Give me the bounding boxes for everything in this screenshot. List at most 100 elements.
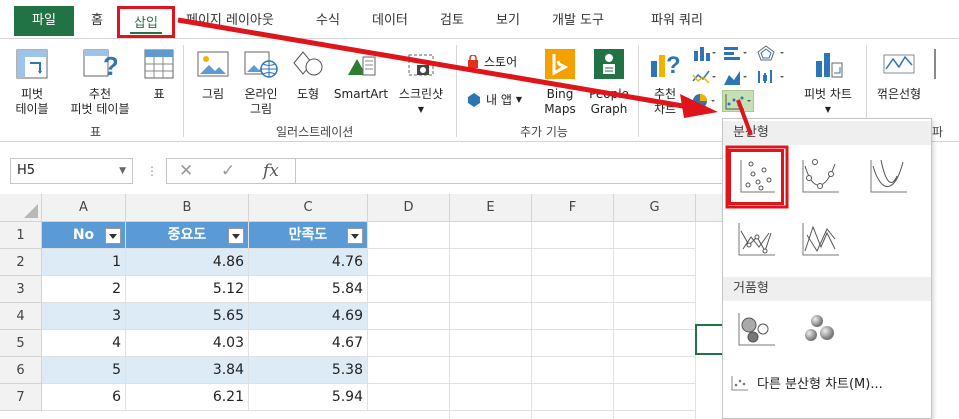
row-header[interactable]: 5 (0, 330, 42, 357)
pivot-chart-button[interactable]: 피벗 차트 ▼ (790, 49, 866, 117)
table-cell[interactable]: 4.76 (249, 249, 368, 276)
table-icon (144, 49, 174, 79)
scatter-chart-button-icon[interactable] (722, 90, 754, 112)
column-header[interactable]: E (450, 194, 532, 222)
scatter-straight-option[interactable] (795, 215, 851, 271)
people-graph-button[interactable]: People Graph (584, 49, 634, 117)
more-scatter-charts[interactable]: 다른 분산형 차트(M)... (731, 373, 883, 392)
store-button[interactable]: 스토어 (466, 53, 517, 70)
table-cell[interactable]: 2 (42, 276, 126, 303)
row-header[interactable]: 4 (0, 303, 42, 330)
row-header[interactable]: 1 (0, 222, 42, 249)
bubble-3d-option[interactable] (795, 305, 851, 361)
column-header[interactable]: D (368, 194, 450, 222)
row-header[interactable]: 7 (0, 384, 42, 411)
column-header[interactable]: F (532, 194, 614, 222)
name-box[interactable]: H5 ▼ (10, 158, 133, 184)
select-all-button[interactable] (0, 194, 42, 222)
pivot-table-label: 피벗 테이블 (15, 87, 49, 116)
insert-function-icon[interactable]: fx (263, 161, 279, 181)
scatter-straight-markers-option[interactable] (731, 215, 787, 271)
area-chart-icon[interactable] (724, 69, 748, 85)
online-pictures-button[interactable]: 온라인 그림 (238, 49, 284, 117)
table-header-satisfaction[interactable]: 만족도 (249, 222, 368, 249)
cancel-icon[interactable]: ✕ (179, 161, 193, 181)
line-sparkline-button[interactable]: 꺾은선형 (870, 49, 928, 102)
group-label-tables: 표 (90, 125, 102, 139)
table-cell[interactable]: 4.69 (249, 303, 368, 330)
column-header[interactable]: C (249, 194, 368, 222)
pictures-button[interactable]: 그림 (192, 49, 234, 102)
table-cell[interactable]: 4.86 (126, 249, 249, 276)
table-cell[interactable]: 4.03 (126, 330, 249, 357)
screenshot-button[interactable]: 스크린샷 ▼ (392, 49, 450, 117)
scatter-icon (740, 160, 775, 193)
table-cell[interactable]: 3.84 (126, 357, 249, 384)
bar-chart-icon[interactable] (724, 45, 748, 61)
table-cell[interactable]: 6 (42, 384, 126, 411)
line-chart-small-icon[interactable] (692, 69, 716, 85)
table-cell[interactable]: 6.21 (126, 384, 249, 411)
table-cell[interactable]: 5.84 (249, 276, 368, 303)
tab-view[interactable]: 보기 (496, 8, 520, 34)
scatter-smooth-option[interactable] (863, 152, 919, 208)
radar-chart-icon[interactable] (756, 45, 786, 61)
table-cell[interactable]: 3 (42, 303, 126, 330)
table-header-importance[interactable]: 중요도 (126, 222, 249, 249)
tab-file[interactable]: 파일 (14, 6, 74, 36)
pivot-chart-label: 피벗 차트 (804, 87, 852, 101)
row-header[interactable]: 6 (0, 357, 42, 384)
table-button[interactable]: 표 (142, 49, 176, 102)
tab-page-layout[interactable]: 페이지 레이아웃 (186, 8, 274, 34)
tab-data[interactable]: 데이터 (372, 8, 408, 34)
chevron-down-icon[interactable]: ▼ (119, 159, 126, 183)
pivot-chart-icon (816, 53, 843, 78)
row-header[interactable]: 3 (0, 276, 42, 303)
pivot-table-button[interactable]: 피벗 테이블 (2, 49, 62, 117)
chevron-down-icon: ▼ (824, 105, 832, 114)
scatter-smooth-markers-option[interactable] (795, 152, 851, 208)
column-header[interactable]: B (126, 194, 249, 222)
smartart-label: SmartArt (333, 87, 389, 101)
tab-review[interactable]: 검토 (440, 8, 464, 34)
filter-dropdown-icon[interactable] (347, 228, 363, 244)
stock-chart-icon[interactable] (756, 69, 786, 85)
my-apps-button[interactable]: 내 앱 ▼ (466, 91, 522, 108)
formula-bar-splitter[interactable]: ⋮ (146, 164, 158, 178)
recommended-charts-button[interactable]: ? 추천 차트 (644, 49, 686, 117)
enter-icon[interactable]: ✓ (221, 161, 235, 181)
column-chart-icon[interactable] (692, 45, 716, 61)
filter-dropdown-icon[interactable] (228, 228, 244, 244)
recommended-charts-label: 추천 차트 (653, 87, 677, 116)
filter-dropdown-icon[interactable] (105, 228, 121, 244)
table-cell[interactable]: 5.65 (126, 303, 249, 330)
bing-maps-button[interactable]: Bing Maps (538, 49, 582, 117)
tab-formulas[interactable]: 수식 (316, 8, 340, 34)
tab-insert[interactable]: 삽입 (117, 6, 175, 38)
table-cell[interactable]: 5.12 (126, 276, 249, 303)
tab-developer[interactable]: 개발 도구 (552, 8, 604, 34)
table-cell[interactable]: 1 (42, 249, 126, 276)
scatter-chart-option[interactable] (728, 149, 784, 205)
bubble-icon (738, 313, 775, 346)
group-separator (456, 45, 457, 137)
pie-chart-icon[interactable] (692, 93, 716, 109)
smartart-button[interactable]: SmartArt (332, 49, 390, 102)
table-cell[interactable]: 5.94 (249, 384, 368, 411)
shapes-button[interactable]: 도형 (290, 49, 326, 102)
recommended-pivot-button[interactable]: ? 추천 피벗 테이블 (62, 49, 138, 117)
tab-home[interactable]: 홈 (91, 8, 103, 34)
formula-input[interactable] (296, 158, 726, 184)
row-header[interactable]: 2 (0, 249, 42, 276)
picture-icon (197, 51, 229, 77)
table-cell[interactable]: 5.38 (249, 357, 368, 384)
table-cell[interactable]: 4.67 (249, 330, 368, 357)
empty-cells-area[interactable] (368, 222, 696, 419)
column-header[interactable]: G (614, 194, 696, 222)
tab-power-query[interactable]: 파워 쿼리 (651, 8, 703, 34)
column-header[interactable]: A (42, 194, 126, 222)
bubble-option[interactable] (731, 305, 787, 361)
table-header-no[interactable]: No (42, 222, 126, 249)
table-cell[interactable]: 4 (42, 330, 126, 357)
table-cell[interactable]: 5 (42, 357, 126, 384)
